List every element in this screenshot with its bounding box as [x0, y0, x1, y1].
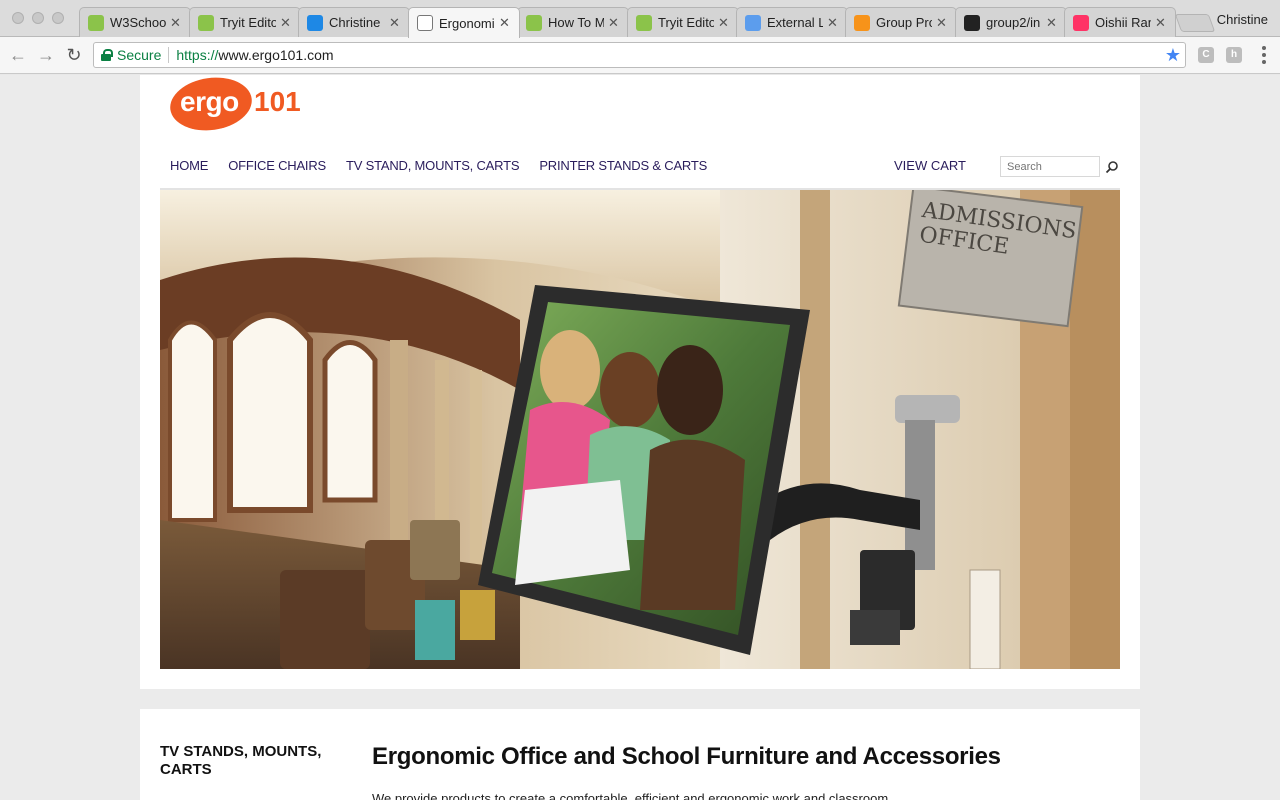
browser-tab-label: Christine: [329, 15, 381, 30]
url-host: www.ergo101.com: [218, 47, 334, 63]
url-scheme: https://: [176, 47, 219, 63]
main-nav: HOME OFFICE CHAIRS TV STAND, MOUNTS, CAR…: [170, 158, 707, 173]
bookmark-star-icon[interactable]: ★: [1165, 45, 1181, 66]
address-bar[interactable]: Secure https://www.ergo101.com ★: [93, 42, 1186, 68]
page-icon: [417, 15, 433, 31]
browser-tab[interactable]: Tryit Edito ✕: [189, 7, 301, 37]
sidebar-heading[interactable]: TV STANDS, MOUNTS, CARTS: [160, 743, 330, 779]
nav-office-chairs[interactable]: OFFICE CHAIRS: [228, 158, 326, 173]
browser-tab[interactable]: Oishii Ran ✕: [1064, 7, 1176, 37]
browser-tab-label: Oishii Ran: [1095, 15, 1151, 30]
browser-tab[interactable]: Group Pro ✕: [845, 7, 957, 37]
back-icon[interactable]: ←: [8, 45, 28, 65]
close-tab-icon[interactable]: ✕: [280, 15, 292, 31]
w3schools-icon: [526, 14, 542, 31]
cloud-icon: [745, 14, 761, 31]
bitcoin-icon: [854, 14, 870, 31]
hero-image: ADMISSIONS OFFICE: [160, 190, 1120, 669]
new-tab-button[interactable]: [1174, 14, 1216, 32]
browser-tab-label: W3Schoo: [110, 15, 166, 30]
view-cart-link[interactable]: VIEW CART: [894, 158, 966, 173]
browser-tabstrip: W3Schoo ✕ Tryit Edito ✕ Christine ✕ Ergonomi ✕ H…: [0, 0, 1280, 38]
hero-banner[interactable]: ADMISSIONS OFFICE: [160, 190, 1120, 669]
zoom-window-button[interactable]: [52, 12, 64, 24]
w3schools-icon: [636, 14, 652, 31]
browser-tab[interactable]: W3Schoo ✕: [79, 7, 191, 37]
browser-toolbar: ← → ↻ Secure https://www.ergo101.com ★ C…: [0, 37, 1280, 74]
w3schools-icon: [88, 14, 104, 31]
browser-tab[interactable]: How To M ✕: [517, 7, 629, 37]
close-tab-icon[interactable]: ✕: [718, 15, 730, 31]
search-input[interactable]: [1000, 156, 1100, 177]
close-tab-icon[interactable]: ✕: [1046, 15, 1058, 31]
close-tab-icon[interactable]: ✕: [389, 15, 401, 31]
browser-menu-icon[interactable]: [1262, 46, 1266, 64]
forward-icon[interactable]: →: [36, 45, 56, 65]
nav-tv-stand-mounts-carts[interactable]: TV STAND, MOUNTS, CARTS: [346, 158, 520, 173]
browser-tab-label: Ergonomi: [439, 15, 495, 31]
close-tab-icon[interactable]: ✕: [608, 15, 620, 31]
search-icon[interactable]: [1105, 160, 1119, 174]
profile-name[interactable]: Christine: [1217, 12, 1268, 27]
invision-icon: [1073, 14, 1089, 31]
extension-c-icon[interactable]: C: [1198, 47, 1214, 63]
logo-text-ergo: ergo: [180, 86, 239, 117]
site-logo[interactable]: ergo 101: [166, 75, 310, 136]
secure-label: Secure: [117, 47, 162, 63]
logo-text-101: 101: [254, 86, 301, 117]
close-tab-icon[interactable]: ✕: [499, 15, 511, 31]
browser-tab[interactable]: Tryit Edito ✕: [627, 7, 739, 37]
lock-icon: [101, 49, 113, 61]
extension-h-icon[interactable]: h: [1226, 47, 1242, 63]
browser-tab[interactable]: Ergonomi ✕: [408, 7, 520, 38]
page-title: Ergonomic Office and School Furniture an…: [372, 743, 1001, 770]
w3schools-icon: [198, 14, 214, 31]
close-tab-icon[interactable]: ✕: [170, 15, 182, 31]
reload-icon[interactable]: ↻: [64, 45, 84, 65]
omnibox-divider: [168, 47, 170, 63]
github-icon: [964, 14, 980, 31]
intro-paragraph: We provide products to create a comforta…: [372, 791, 889, 800]
browser-tab-label: How To M: [548, 15, 604, 30]
nav-printer-stands-carts[interactable]: PRINTER STANDS & CARTS: [539, 158, 707, 173]
close-tab-icon[interactable]: ✕: [827, 15, 839, 31]
browser-tab-label: Group Pro: [876, 15, 932, 30]
codesandbox-icon: [307, 14, 323, 31]
page-viewport: ergo 101 HOME OFFICE CHAIRS TV STAND, MO…: [0, 75, 1280, 800]
content-section: TV STANDS, MOUNTS, CARTS Ergonomic Offic…: [140, 709, 1140, 800]
close-window-button[interactable]: [12, 12, 24, 24]
browser-tab-label: Tryit Edito: [220, 15, 276, 30]
site-header: ergo 101 HOME OFFICE CHAIRS TV STAND, MO…: [140, 75, 1140, 689]
browser-tab-label: Tryit Edito: [658, 15, 714, 30]
close-tab-icon[interactable]: ✕: [936, 15, 948, 31]
minimize-window-button[interactable]: [32, 12, 44, 24]
close-tab-icon[interactable]: ✕: [1155, 15, 1167, 31]
browser-tab-label: External L: [767, 15, 823, 30]
browser-tab-label: group2/in: [986, 15, 1041, 30]
browser-tab[interactable]: group2/in ✕: [955, 7, 1067, 37]
browser-tab[interactable]: Christine ✕: [298, 7, 410, 37]
browser-tab[interactable]: External L ✕: [736, 7, 848, 37]
nav-home[interactable]: HOME: [170, 158, 208, 173]
